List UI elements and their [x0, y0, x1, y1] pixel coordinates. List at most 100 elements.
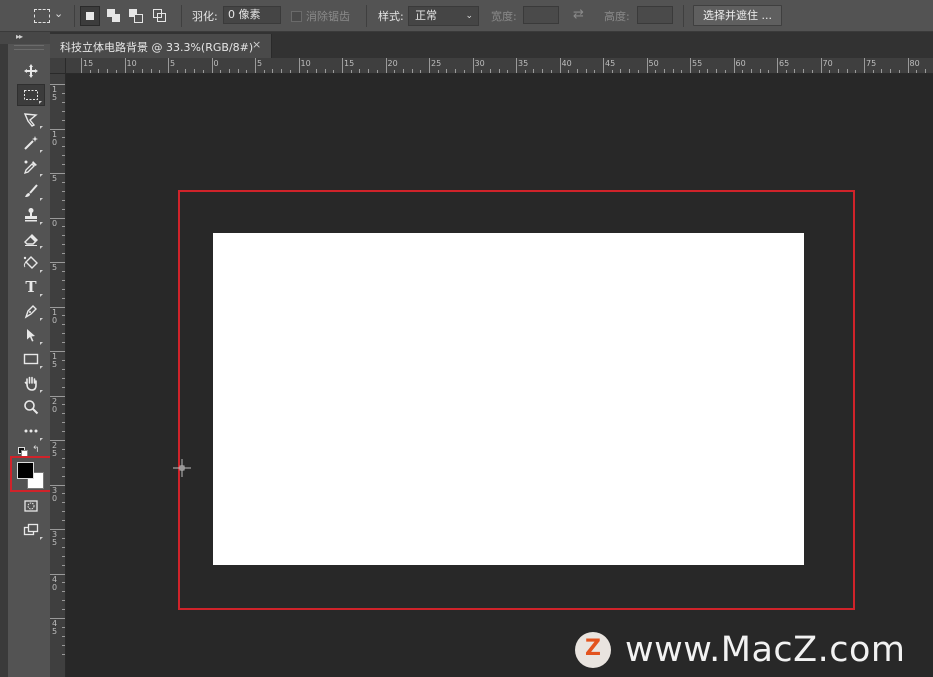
ruler-minor-tick: [62, 244, 65, 246]
ruler-minor-tick: [185, 69, 187, 73]
swap-width-height-icon[interactable]: ⇄: [573, 7, 584, 22]
path-selection-tool[interactable]: [17, 324, 45, 346]
brush-tool[interactable]: [17, 180, 45, 202]
ruler-major-tick: [559, 58, 561, 73]
foreground-color-swatch-top[interactable]: [17, 462, 34, 479]
ruler-minor-tick: [62, 164, 65, 166]
ruler-label: 75: [866, 59, 877, 68]
ruler-minor-tick: [62, 146, 65, 148]
new-selection-icon: [86, 12, 94, 20]
ruler-minor-tick: [62, 279, 65, 281]
type-tool[interactable]: T: [17, 276, 45, 298]
paint-bucket-tool[interactable]: [17, 252, 45, 274]
ruler-label: 60: [735, 59, 746, 68]
ruler-minor-tick: [62, 190, 65, 192]
options-bar: ⌄ 羽化: 0 像素 消除锯齿 样式: 正常 ⌄ 宽度: ⇄ 高度: 选择并遮住…: [0, 0, 933, 32]
quick-mask-icon: [24, 500, 38, 512]
swap-colors-icon[interactable]: ↰: [32, 445, 40, 455]
close-icon[interactable]: ×: [252, 38, 261, 51]
ruler-minor-tick: [402, 69, 404, 73]
rectangular-marquee-tool[interactable]: [17, 84, 45, 106]
ruler-major-tick: [472, 58, 474, 73]
intersect-selection-button[interactable]: [150, 6, 170, 26]
ruler-minor-tick: [220, 70, 222, 73]
ruler-minor-tick: [742, 70, 744, 73]
height-input[interactable]: [637, 6, 673, 24]
ruler-minor-tick: [62, 119, 65, 121]
ruler-minor-tick: [62, 475, 65, 477]
ruler-minor-tick: [550, 70, 552, 73]
ruler-minor-tick: [376, 70, 378, 73]
ruler-minor-tick: [463, 70, 465, 73]
ruler-origin[interactable]: [50, 58, 66, 74]
horizontal-ruler[interactable]: 15 10 5 0 5 10 15 20 25 30 35 40 45 50 55 60 65 70 75 80: [66, 58, 933, 74]
ruler-major-tick: [733, 58, 735, 73]
feather-input[interactable]: 0 像素: [223, 6, 281, 24]
panel-grip[interactable]: [14, 45, 44, 50]
ruler-minor-tick: [62, 600, 65, 602]
ruler-minor-tick: [620, 69, 622, 73]
ruler-minor-tick: [890, 69, 892, 73]
select-and-mask-button[interactable]: 选择并遮住 ...: [693, 5, 782, 26]
ruler-minor-tick: [455, 69, 457, 73]
ruler-minor-tick: [228, 69, 230, 73]
ruler-minor-tick: [62, 466, 65, 468]
ruler-minor-tick: [62, 92, 65, 94]
add-to-selection-button[interactable]: [104, 6, 124, 26]
ruler-minor-tick: [829, 70, 831, 73]
lasso-tool[interactable]: [17, 108, 45, 130]
ruler-minor-tick: [272, 69, 274, 73]
ruler-minor-tick: [542, 69, 544, 73]
ruler-label: 20: [387, 59, 398, 68]
ruler-label: 3 0: [52, 485, 58, 503]
ruler-minor-tick: [62, 644, 65, 646]
subtract-from-selection-button[interactable]: [126, 6, 146, 26]
ruler-minor-tick: [62, 288, 65, 290]
type-icon: T: [25, 278, 37, 296]
more-tools[interactable]: [17, 420, 45, 442]
ruler-major-tick: [864, 58, 865, 73]
ruler-major-tick: [385, 58, 387, 73]
magic-wand-tool[interactable]: [17, 132, 45, 154]
ruler-minor-tick: [237, 69, 239, 73]
ruler-major-tick: [124, 58, 126, 73]
ruler-label: 5: [52, 174, 58, 183]
ruler-minor-tick: [594, 70, 596, 73]
ruler-minor-tick: [62, 626, 65, 628]
eraser-tool[interactable]: [17, 228, 45, 250]
pen-tool[interactable]: [17, 300, 45, 322]
ruler-minor-tick: [576, 69, 578, 73]
zoom-tool[interactable]: [17, 396, 45, 418]
document-tab-bar: 科技立体电路背景 @ 33.3%(RGB/8#) ×: [50, 32, 933, 58]
width-input[interactable]: [523, 6, 559, 24]
ruler-minor-tick: [141, 69, 143, 73]
vertical-ruler[interactable]: 1 5 1 0 5 0 5 1 0 1 5 2 0 2 5 3 0 3 5 4 0 4 5: [50, 74, 66, 677]
ruler-label: 70: [822, 59, 833, 68]
ruler-label: 15: [344, 59, 355, 68]
document-tab[interactable]: 科技立体电路背景 @ 33.3%(RGB/8#) ×: [50, 34, 272, 58]
ruler-minor-tick: [585, 69, 587, 73]
hand-tool[interactable]: [17, 372, 45, 394]
move-tool[interactable]: [17, 60, 45, 82]
eyedropper-tool[interactable]: [17, 156, 45, 178]
ruler-minor-tick: [716, 69, 718, 73]
stamp-icon: [25, 208, 37, 222]
tool-preset-picker[interactable]: ⌄: [28, 6, 68, 26]
quick-mask-button[interactable]: [17, 495, 45, 517]
screen-mode-button[interactable]: [17, 519, 45, 541]
new-selection-button[interactable]: [80, 6, 100, 26]
rectangle-tool[interactable]: [17, 348, 45, 370]
watermark-text: www.MacZ.com: [625, 630, 906, 670]
ruler-minor-tick: [62, 386, 65, 388]
ruler-minor-tick: [794, 69, 796, 73]
antialias-checkbox[interactable]: [291, 11, 302, 22]
eraser-icon: [24, 234, 38, 246]
clone-stamp-tool[interactable]: [17, 204, 45, 226]
tools-panel-header[interactable]: ▸▸: [0, 32, 50, 44]
style-select[interactable]: 正常 ⌄: [408, 6, 479, 26]
ruler-major-tick: [429, 58, 430, 73]
ruler-minor-tick: [62, 404, 65, 406]
ruler-label: 2 0: [52, 396, 58, 414]
macz-logo-letter: Z: [585, 636, 601, 661]
ruler-minor-tick: [637, 70, 639, 73]
